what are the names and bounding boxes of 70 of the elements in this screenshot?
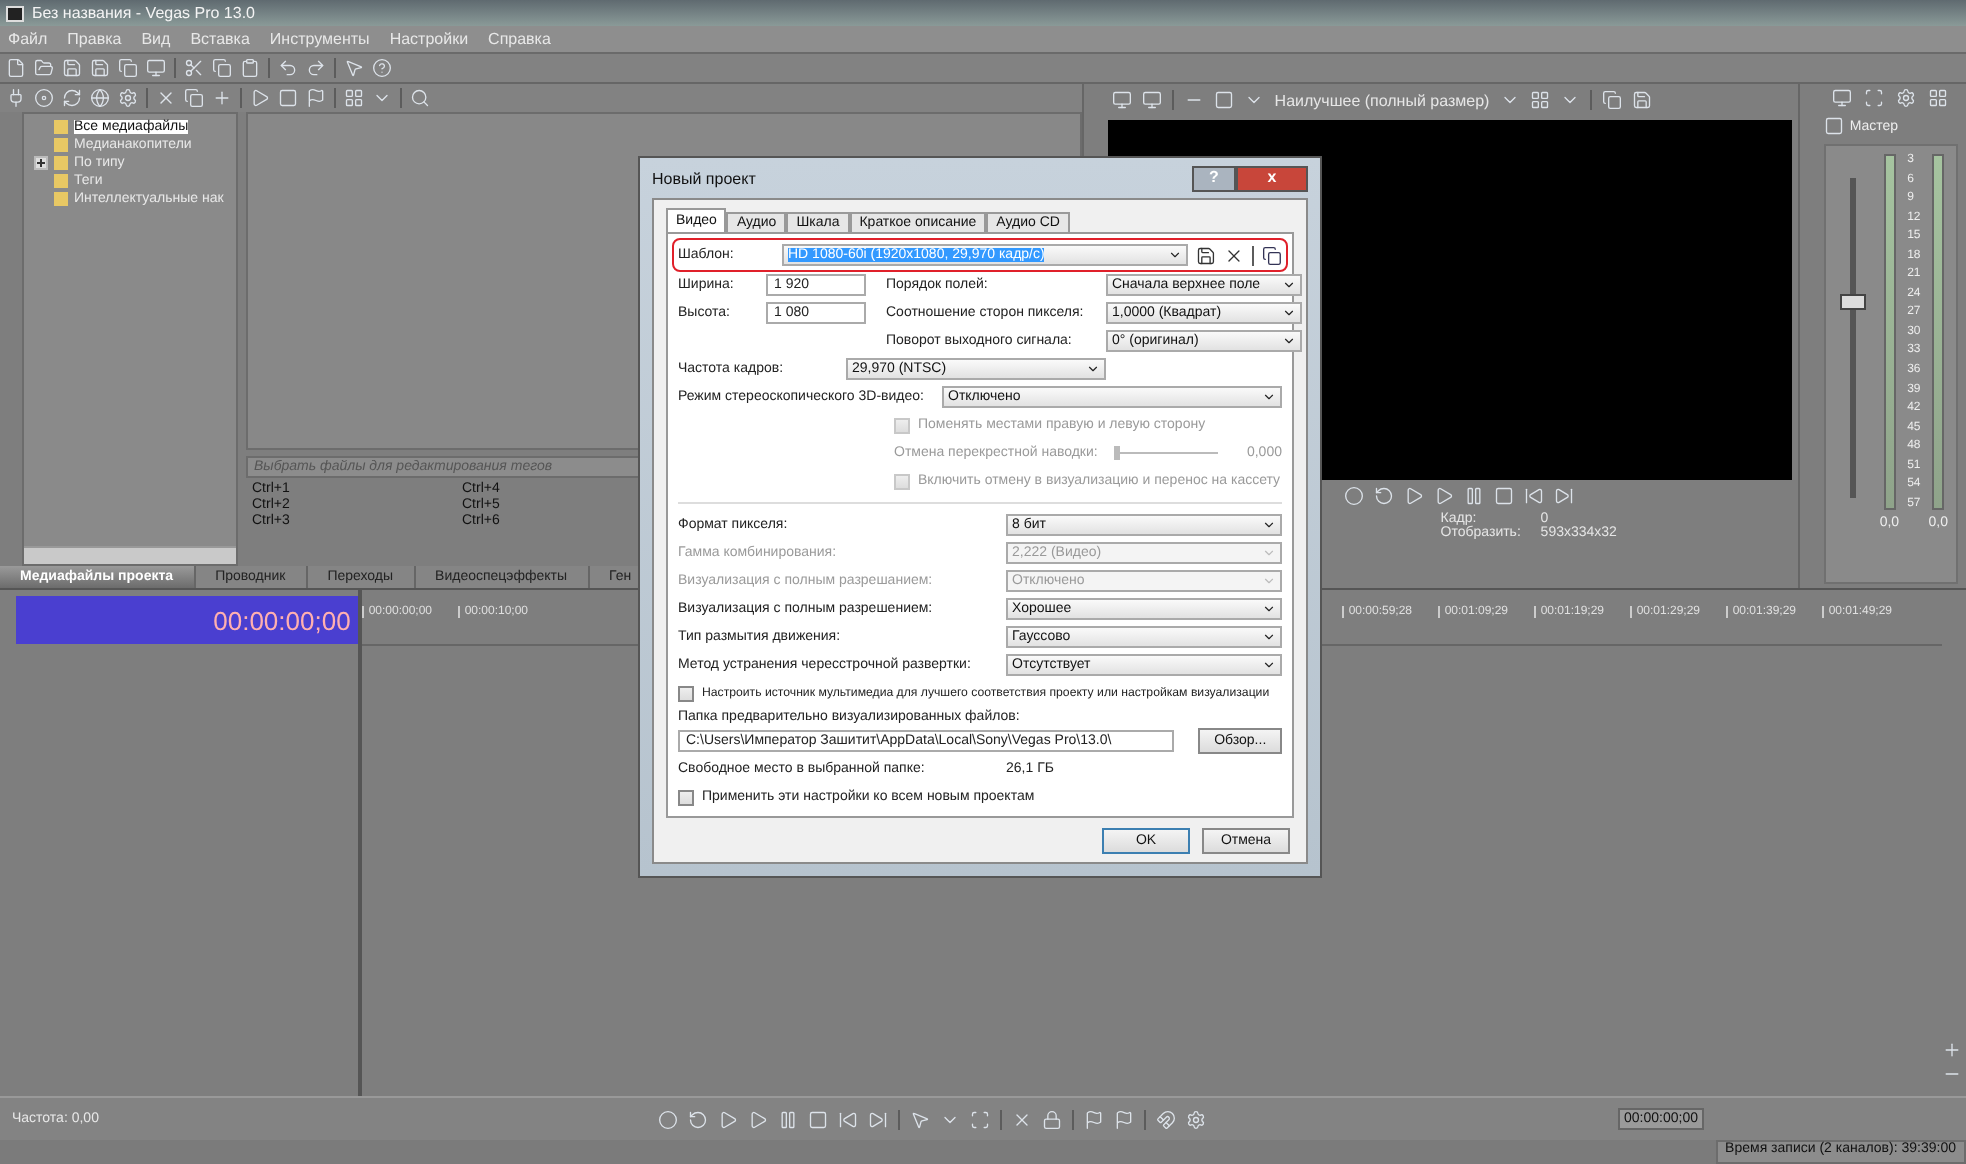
pause-icon[interactable]: [1464, 486, 1485, 506]
lock-icon[interactable]: [1042, 1109, 1063, 1129]
scissors-icon[interactable]: [184, 58, 204, 78]
stop-icon[interactable]: [278, 88, 298, 108]
record-icon[interactable]: [658, 1109, 679, 1129]
flag-icon[interactable]: [306, 88, 326, 108]
slider-thumb[interactable]: [1114, 446, 1120, 460]
scrollbar[interactable]: [24, 546, 236, 564]
square-icon[interactable]: [1823, 116, 1844, 136]
expand-icon[interactable]: [34, 156, 48, 170]
app-icon: [6, 5, 24, 21]
time-display: 00:00:00;00: [16, 596, 359, 644]
disc-icon[interactable]: [34, 88, 54, 108]
monitor-icon[interactable]: [1112, 90, 1133, 110]
grid-icon[interactable]: [1927, 88, 1948, 108]
checkbox[interactable]: [678, 685, 694, 701]
magnet-icon[interactable]: [1156, 1109, 1177, 1129]
loop-icon[interactable]: [1374, 486, 1395, 506]
pause-icon[interactable]: [778, 1109, 799, 1129]
monitor-icon[interactable]: [1142, 90, 1163, 110]
caret-icon: [1168, 248, 1183, 262]
skip-back-icon[interactable]: [838, 1109, 859, 1129]
refresh-icon[interactable]: [62, 88, 82, 108]
monitor-icon[interactable]: [146, 58, 166, 78]
skip-back-icon[interactable]: [1524, 486, 1545, 506]
plug-icon[interactable]: [6, 88, 26, 108]
scan-icon[interactable]: [1863, 88, 1884, 108]
record-icon[interactable]: [1344, 486, 1365, 506]
monitor-icon[interactable]: [1831, 88, 1852, 108]
window-title: Без названия - Vegas Pro 13.0: [32, 4, 256, 22]
pointer-icon[interactable]: [344, 58, 364, 78]
gear-icon[interactable]: [1186, 1109, 1207, 1129]
plus-icon[interactable]: [1942, 1040, 1963, 1060]
stop-icon[interactable]: [1494, 486, 1515, 506]
play-icon[interactable]: [1434, 486, 1455, 506]
plus-icon[interactable]: [212, 88, 232, 108]
grid-icon[interactable]: [344, 88, 364, 108]
dialog-title: Новый проект: [652, 169, 756, 187]
close-icon[interactable]: [1224, 245, 1245, 265]
flag-icon[interactable]: [1084, 1109, 1105, 1129]
help-icon[interactable]: [372, 58, 392, 78]
play-icon[interactable]: [1404, 486, 1425, 506]
globe-icon[interactable]: [90, 88, 110, 108]
loop-icon[interactable]: [688, 1109, 709, 1129]
caret-icon: [1262, 390, 1276, 404]
fader-thumb[interactable]: [1839, 293, 1866, 310]
clipboard-icon[interactable]: [240, 58, 260, 78]
skip-forward-icon[interactable]: [868, 1109, 889, 1129]
caret-icon: [1086, 362, 1100, 376]
stop-icon[interactable]: [808, 1109, 829, 1129]
folder-icon[interactable]: [34, 58, 54, 78]
file-icon[interactable]: [6, 58, 26, 78]
copy-icon[interactable]: [1262, 245, 1282, 265]
play-icon[interactable]: [250, 88, 270, 108]
pointer-icon[interactable]: [910, 1109, 931, 1129]
checkbox[interactable]: [678, 789, 694, 805]
play-icon[interactable]: [748, 1109, 769, 1129]
square-icon[interactable]: [1214, 90, 1235, 110]
redo-icon[interactable]: [306, 58, 326, 78]
play-icon[interactable]: [718, 1109, 739, 1129]
close-button[interactable]: x: [1236, 165, 1308, 191]
scan-icon[interactable]: [970, 1109, 991, 1129]
flag-icon[interactable]: [1114, 1109, 1135, 1129]
search-icon[interactable]: [410, 88, 430, 108]
undo-icon[interactable]: [278, 58, 298, 78]
gear-icon[interactable]: [1895, 88, 1916, 108]
gear-icon[interactable]: [118, 88, 138, 108]
grid-icon[interactable]: [1529, 90, 1550, 110]
skip-forward-icon[interactable]: [1554, 486, 1575, 506]
save-icon[interactable]: [1196, 245, 1217, 265]
